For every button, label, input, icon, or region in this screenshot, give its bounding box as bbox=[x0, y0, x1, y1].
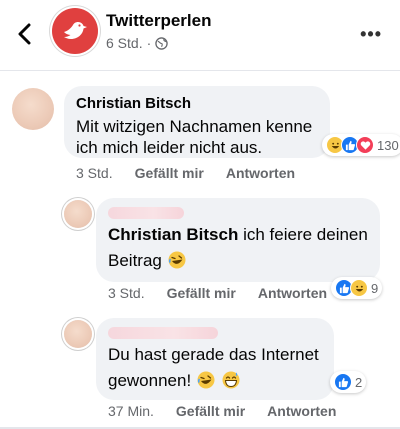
rofl-emoji-icon bbox=[168, 251, 186, 269]
like-button[interactable]: Gefällt mir bbox=[167, 285, 236, 301]
like-reaction-icon bbox=[334, 373, 352, 391]
reply-actions: 37 Min. Gefällt mir Antworten bbox=[108, 403, 336, 419]
reaction-count: 2 bbox=[355, 374, 363, 390]
blurred-author-name bbox=[108, 327, 218, 339]
more-options-button[interactable]: ••• bbox=[360, 24, 382, 45]
reaction-count: 9 bbox=[371, 280, 379, 296]
reply-text-line: Du hast gerade das Internet bbox=[108, 345, 319, 364]
reply-text: ich feiere deinen bbox=[238, 225, 368, 244]
blurred-author-name bbox=[108, 207, 184, 219]
reaction-count: 130 bbox=[377, 137, 399, 153]
reaction-summary[interactable]: 130 bbox=[322, 134, 400, 156]
post-header: Twitterperlen 6 Std. · ••• bbox=[0, 0, 400, 71]
comment-actions: 3 Std. Gefällt mir Antworten bbox=[76, 165, 295, 181]
bird-logo-icon bbox=[64, 22, 87, 39]
reply-avatar[interactable] bbox=[64, 320, 92, 348]
reply-text-line: Christian Bitsch ich feiere deinen bbox=[108, 222, 368, 248]
reaction-summary[interactable]: 2 bbox=[330, 371, 367, 393]
commenter-avatar[interactable] bbox=[12, 88, 54, 130]
reply-timestamp[interactable]: 37 Min. bbox=[108, 403, 154, 419]
reply-timestamp[interactable]: 3 Std. bbox=[108, 285, 145, 301]
haha-reaction-icon bbox=[350, 279, 368, 297]
reply-button[interactable]: Antworten bbox=[258, 285, 327, 301]
page-avatar[interactable] bbox=[52, 8, 98, 54]
comment-text-line: ich mich leider nicht aus. bbox=[76, 138, 263, 157]
love-reaction-icon bbox=[356, 136, 374, 154]
like-button[interactable]: Gefällt mir bbox=[135, 165, 204, 181]
reply-bubble: Du hast gerade das Internet gewonnen! bbox=[96, 318, 334, 400]
reply-avatar[interactable] bbox=[64, 200, 92, 228]
reply-button[interactable]: Antworten bbox=[267, 403, 336, 419]
chevron-left-icon bbox=[18, 23, 31, 45]
back-button[interactable] bbox=[10, 18, 38, 50]
page-name[interactable]: Twitterperlen bbox=[106, 11, 211, 31]
post-meta: 6 Std. · bbox=[106, 35, 168, 51]
like-button[interactable]: Gefällt mir bbox=[176, 403, 245, 419]
reaction-summary[interactable]: 9 bbox=[331, 277, 383, 299]
reply-text: Beitrag bbox=[108, 251, 162, 270]
comment-timestamp[interactable]: 3 Std. bbox=[76, 165, 113, 181]
reply-actions: 3 Std. Gefällt mir Antworten bbox=[108, 285, 327, 301]
reply-text: gewonnen! bbox=[108, 371, 192, 390]
reply-text-line: Beitrag bbox=[108, 248, 187, 274]
mention-link[interactable]: Christian Bitsch bbox=[108, 225, 238, 244]
comment-author[interactable]: Christian Bitsch bbox=[76, 95, 191, 112]
comment-bubble: Christian Bitsch Mit witzigen Nachnamen … bbox=[64, 86, 330, 158]
reply-bubble: Christian Bitsch ich feiere deinen Beitr… bbox=[96, 198, 380, 282]
meta-separator: · bbox=[146, 35, 152, 51]
rofl-emoji-icon bbox=[197, 371, 215, 389]
globe-icon bbox=[155, 36, 168, 50]
post-timestamp[interactable]: 6 Std. bbox=[106, 35, 143, 51]
grin-sweat-emoji-icon bbox=[222, 371, 240, 389]
reply-button[interactable]: Antworten bbox=[226, 165, 295, 181]
reply-text-line: gewonnen! bbox=[108, 368, 241, 394]
